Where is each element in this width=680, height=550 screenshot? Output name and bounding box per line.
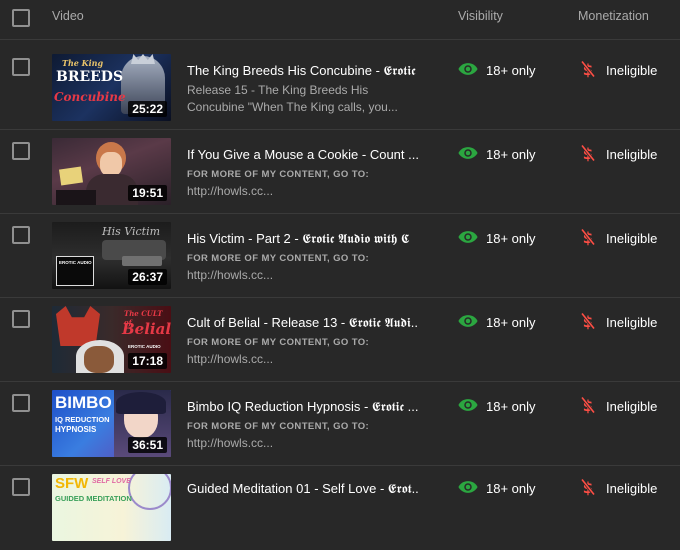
thumbnail-text: BREEDS: [56, 69, 124, 85]
video-description: FOR MORE OF MY CONTENT, GO TO: http://ho…: [187, 418, 412, 452]
eye-icon: [458, 231, 478, 243]
monetization-status[interactable]: Ineligible: [606, 231, 657, 246]
thumbnail-text: BIMBO: [55, 393, 112, 412]
visibility-status[interactable]: 18+ only: [486, 63, 536, 78]
video-title[interactable]: If You Give a Mouse a Cookie - Count ...: [187, 147, 419, 162]
dollar-slash-icon: $: [581, 144, 595, 162]
thumbnail-text: The King: [62, 58, 104, 68]
description-line: http://howls.cc...: [187, 352, 274, 366]
video-description: FOR MORE OF MY CONTENT, GO TO: http://ho…: [187, 250, 412, 284]
thumbnail-text: SFW: [55, 475, 89, 492]
eye-icon: [458, 399, 478, 411]
monetization-status[interactable]: Ineligible: [606, 147, 657, 162]
video-title[interactable]: His Victim - Part 2 - 𝕰𝖗𝖔𝖙𝖎𝖈 𝕬𝖚𝖉𝖎𝖔 𝖜𝖎𝖙𝖍 …: [187, 231, 419, 247]
table-row[interactable]: The CULT of Belial EROTIC AUDIO 17:18 Cu…: [0, 298, 680, 382]
table-row[interactable]: 19:51 If You Give a Mouse a Cookie - Cou…: [0, 130, 680, 214]
video-thumbnail[interactable]: His Victim EROTIC AUDIO 26:37: [52, 222, 171, 289]
thumbnail-text: Belial: [122, 320, 171, 338]
dollar-slash-icon: $: [581, 228, 595, 246]
select-all-checkbox[interactable]: [12, 9, 30, 27]
video-title[interactable]: Bimbo IQ Reduction Hypnosis - 𝕰𝖗𝖔𝖙𝖎𝖈 ...: [187, 399, 419, 415]
description-line: http://howls.cc...: [187, 184, 274, 198]
video-duration: 36:51: [128, 437, 167, 453]
description-line: http://howls.cc...: [187, 268, 274, 282]
video-duration: 19:51: [128, 185, 167, 201]
description-line: FOR MORE OF MY CONTENT, GO TO:: [187, 421, 370, 432]
video-title[interactable]: The King Breeds His Concubine - 𝕰𝖗𝖔𝖙𝖎𝖈: [187, 63, 419, 79]
description-line: FOR MORE OF MY CONTENT, GO TO:: [187, 337, 370, 348]
description-line: FOR MORE OF MY CONTENT, GO TO:: [187, 169, 370, 180]
thumbnail-text: EROTIC AUDIO: [128, 344, 161, 349]
video-thumbnail[interactable]: SFW SELF LOVE GUIDED MEDITATION: [52, 474, 171, 541]
video-thumbnail[interactable]: The King BREEDS Concubine 25:22: [52, 54, 171, 121]
table-row[interactable]: His Victim EROTIC AUDIO 26:37 His Victim…: [0, 214, 680, 298]
video-description: FOR MORE OF MY CONTENT, GO TO: http://ho…: [187, 166, 412, 200]
row-checkbox[interactable]: [12, 58, 30, 76]
visibility-status[interactable]: 18+ only: [486, 231, 536, 246]
video-title[interactable]: Guided Meditation 01 - Self Love - 𝕰𝖗𝖔𝖙.…: [187, 481, 419, 497]
description-line: http://howls.cc...: [187, 436, 274, 450]
row-checkbox[interactable]: [12, 226, 30, 244]
dollar-slash-icon: $: [581, 478, 595, 496]
visibility-status[interactable]: 18+ only: [486, 399, 536, 414]
visibility-status[interactable]: 18+ only: [486, 481, 536, 496]
thumbnail-text: Concubine: [54, 90, 126, 104]
video-description: Release 15 - The King Breeds His Concubi…: [187, 82, 412, 116]
thumbnail-text: His Victim: [102, 225, 161, 238]
monetization-status[interactable]: Ineligible: [606, 481, 657, 496]
thumbnail-text: EROTIC AUDIO: [59, 260, 92, 265]
eye-icon: [458, 147, 478, 159]
eye-icon: [458, 63, 478, 75]
thumbnail-text: GUIDED MEDITATION: [55, 494, 132, 503]
thumbnail-text: HYPNOSIS: [55, 425, 97, 434]
video-duration: 17:18: [128, 353, 167, 369]
visibility-status[interactable]: 18+ only: [486, 147, 536, 162]
video-thumbnail[interactable]: 19:51: [52, 138, 171, 205]
row-checkbox[interactable]: [12, 394, 30, 412]
eye-icon: [458, 481, 478, 493]
video-duration: 26:37: [128, 269, 167, 285]
video-title[interactable]: Cult of Belial - Release 13 - 𝕰𝖗𝖔𝖙𝖎𝖈 𝕬𝖚𝖉…: [187, 315, 419, 331]
column-header-video[interactable]: Video: [52, 9, 84, 23]
description-line: FOR MORE OF MY CONTENT, GO TO:: [187, 253, 370, 264]
table-row[interactable]: BIMBO IQ REDUCTION HYPNOSIS 36:51 Bimbo …: [0, 382, 680, 466]
thumbnail-text: IQ REDUCTION: [55, 415, 110, 424]
dollar-slash-icon: $: [581, 60, 595, 78]
table-row[interactable]: The King BREEDS Concubine 25:22 The King…: [0, 46, 680, 130]
row-checkbox[interactable]: [12, 478, 30, 496]
monetization-status[interactable]: Ineligible: [606, 399, 657, 414]
monetization-status[interactable]: Ineligible: [606, 63, 657, 78]
column-header-monetization[interactable]: Monetization: [578, 9, 649, 23]
table-row[interactable]: SFW SELF LOVE GUIDED MEDITATION Guided M…: [0, 466, 680, 550]
column-header-visibility[interactable]: Visibility: [458, 9, 503, 23]
dollar-slash-icon: $: [581, 312, 595, 330]
video-duration: 25:22: [128, 101, 167, 117]
dollar-slash-icon: $: [581, 396, 595, 414]
video-thumbnail[interactable]: BIMBO IQ REDUCTION HYPNOSIS 36:51: [52, 390, 171, 457]
row-checkbox[interactable]: [12, 310, 30, 328]
row-checkbox[interactable]: [12, 142, 30, 160]
description-line: Concubine "When The King calls, you...: [187, 100, 398, 114]
table-header: Video Visibility Monetization: [0, 0, 680, 40]
visibility-status[interactable]: 18+ only: [486, 315, 536, 330]
eye-icon: [458, 315, 478, 327]
description-line: Release 15 - The King Breeds His: [187, 83, 369, 97]
monetization-status[interactable]: Ineligible: [606, 315, 657, 330]
thumbnail-text: SELF LOVE: [92, 478, 131, 485]
video-thumbnail[interactable]: The CULT of Belial EROTIC AUDIO 17:18: [52, 306, 171, 373]
video-description: FOR MORE OF MY CONTENT, GO TO: http://ho…: [187, 334, 412, 368]
